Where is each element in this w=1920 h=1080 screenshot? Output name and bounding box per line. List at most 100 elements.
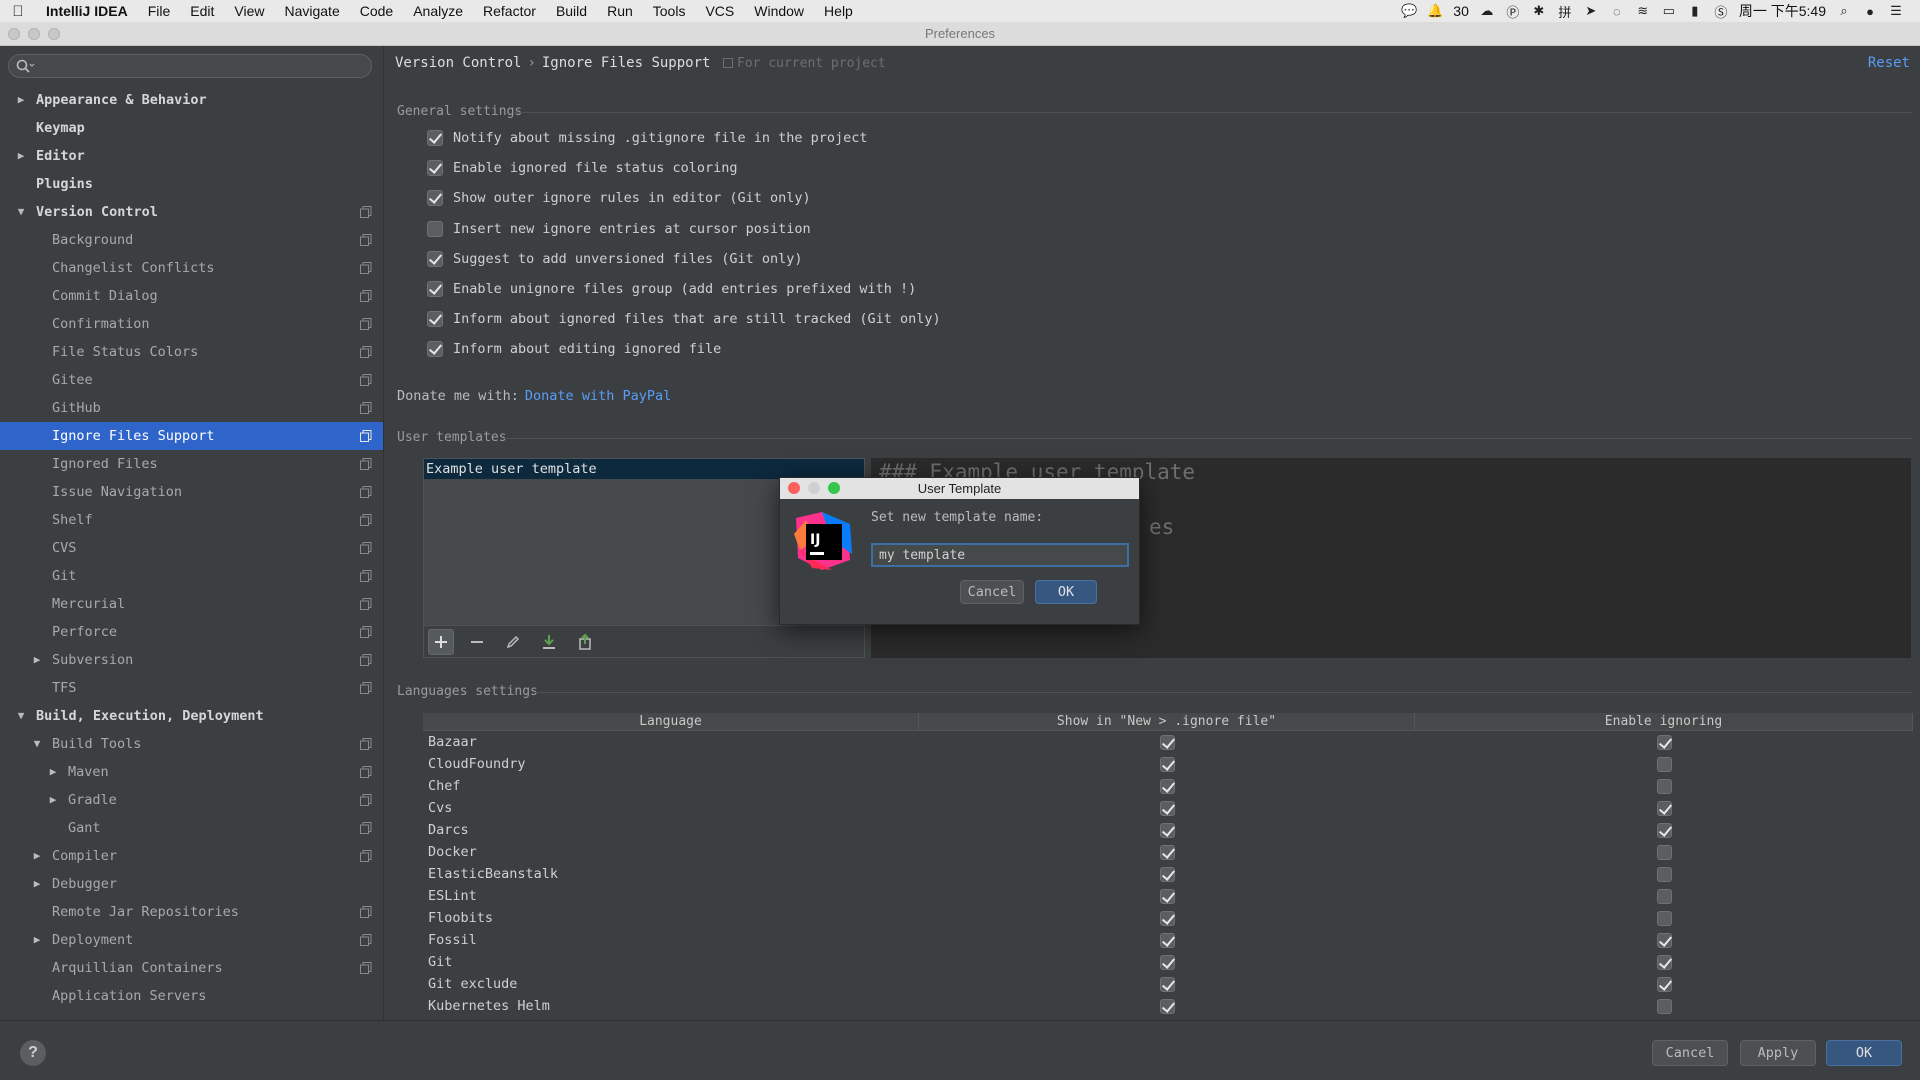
table-row[interactable]: Chef (423, 775, 1913, 797)
template-list-item[interactable]: Example user template (424, 459, 864, 479)
table-row[interactable]: ESLint (423, 885, 1913, 907)
wifi-icon[interactable]: ≋ (1635, 3, 1651, 18)
show-in-new-checkbox[interactable] (1159, 734, 1175, 750)
expand-right-icon[interactable]: ▶ (14, 86, 28, 114)
dialog-ok-button[interactable]: OK (1035, 580, 1097, 604)
sidebar-item-application-servers[interactable]: Application Servers (0, 982, 383, 1010)
checkbox[interactable] (427, 220, 443, 237)
menu-refactor[interactable]: Refactor (473, 3, 546, 19)
setting-checkbox-row[interactable]: Notify about missing .gitignore file in … (427, 128, 868, 148)
sidebar-item-ignore-files-support[interactable]: Ignore Files Support (0, 422, 383, 450)
menu-run[interactable]: Run (597, 3, 643, 19)
sidebar-item-mercurial[interactable]: Mercurial (0, 590, 383, 618)
send-icon[interactable]: ➤ (1583, 3, 1599, 18)
menu-navigate[interactable]: Navigate (274, 3, 349, 19)
sidebar-item-ignored-files[interactable]: Ignored Files (0, 450, 383, 478)
sidebar-item-changelist-conflicts[interactable]: Changelist Conflicts (0, 254, 383, 282)
show-in-new-checkbox[interactable] (1159, 822, 1175, 838)
setting-checkbox-row[interactable]: Inform about editing ignored file (427, 339, 721, 359)
expand-right-icon[interactable]: ▶ (14, 142, 28, 170)
cancel-button[interactable]: Cancel (1652, 1040, 1728, 1066)
show-in-new-checkbox[interactable] (1159, 998, 1175, 1014)
settings-search-input[interactable] (8, 54, 372, 78)
donate-paypal-link[interactable]: Donate with PayPal (525, 388, 671, 404)
sidebar-item-file-status-colors[interactable]: File Status Colors (0, 338, 383, 366)
enable-ignoring-checkbox[interactable] (1656, 866, 1672, 882)
sidebar-item-git[interactable]: Git (0, 562, 383, 590)
table-row[interactable]: Fossil (423, 929, 1913, 951)
expand-down-icon[interactable]: ▼ (30, 730, 44, 758)
dialog-zoom-icon[interactable] (828, 482, 840, 494)
enable-ignoring-checkbox[interactable] (1656, 778, 1672, 794)
enable-ignoring-checkbox[interactable] (1656, 976, 1672, 992)
sidebar-item-maven[interactable]: ▶ Maven (0, 758, 383, 786)
airplay-icon[interactable]: ▭ (1661, 3, 1677, 18)
sidebar-item-version-control[interactable]: ▼ Version Control (0, 198, 383, 226)
s-app-icon[interactable]: Ⓢ (1713, 4, 1729, 20)
table-row[interactable]: Floobits (423, 907, 1913, 929)
checkbox[interactable] (427, 250, 443, 267)
sidebar-item-build-tools[interactable]: ▼ Build Tools (0, 730, 383, 758)
input-method-icon[interactable]: 拼 (1557, 4, 1573, 20)
sidebar-item-commit-dialog[interactable]: Commit Dialog (0, 282, 383, 310)
enable-ignoring-checkbox[interactable] (1656, 844, 1672, 860)
sidebar-item-gitee[interactable]: Gitee (0, 366, 383, 394)
table-row[interactable]: Git exclude (423, 973, 1913, 995)
sidebar-item-cvs[interactable]: CVS (0, 534, 383, 562)
show-in-new-checkbox[interactable] (1159, 844, 1175, 860)
sidebar-item-deployment[interactable]: ▶ Deployment (0, 926, 383, 954)
expand-down-icon[interactable]: ▼ (14, 702, 28, 730)
show-in-new-checkbox[interactable] (1159, 800, 1175, 816)
help-button[interactable]: ? (20, 1040, 46, 1066)
table-row[interactable]: ElasticBeanstalk (423, 863, 1913, 885)
reset-link[interactable]: Reset (1868, 55, 1910, 71)
show-in-new-checkbox[interactable] (1159, 778, 1175, 794)
spotlight-search-icon[interactable]: ⌕ (1836, 3, 1852, 18)
siri-icon[interactable]: ● (1862, 4, 1878, 19)
checkbox[interactable] (427, 160, 443, 177)
show-in-new-checkbox[interactable] (1159, 888, 1175, 904)
dialog-cancel-button[interactable]: Cancel (960, 580, 1024, 604)
close-window-icon[interactable] (8, 28, 20, 40)
setting-checkbox-row[interactable]: Enable ignored file status coloring (427, 158, 737, 178)
sidebar-item-github[interactable]: GitHub (0, 394, 383, 422)
expand-right-icon[interactable]: ▶ (30, 926, 44, 954)
enable-ignoring-checkbox[interactable] (1656, 998, 1672, 1014)
sidebar-item-background[interactable]: Background (0, 226, 383, 254)
sidebar-item-subversion[interactable]: ▶ Subversion (0, 646, 383, 674)
sidebar-item-issue-navigation[interactable]: Issue Navigation (0, 478, 383, 506)
enable-ignoring-checkbox[interactable] (1656, 800, 1672, 816)
breadcrumb-item[interactable]: Version Control (395, 55, 521, 71)
table-row[interactable]: Git (423, 951, 1913, 973)
column-header-show[interactable]: Show in "New > .ignore file" (919, 713, 1415, 730)
enable-ignoring-checkbox[interactable] (1656, 954, 1672, 970)
apple-icon[interactable]:  (0, 3, 36, 20)
checkbox[interactable] (427, 311, 443, 328)
show-in-new-checkbox[interactable] (1159, 756, 1175, 772)
sidebar-item-keymap[interactable]: Keymap (0, 114, 383, 142)
bluetooth-icon[interactable]: ✱ (1531, 3, 1547, 18)
clock[interactable]: 周一 下午5:49 (1739, 1, 1826, 21)
export-template-button[interactable] (572, 629, 598, 655)
expand-right-icon[interactable]: ▶ (30, 842, 44, 870)
expand-right-icon[interactable]: ▶ (30, 646, 44, 674)
chat-icon[interactable]: ◌ (1609, 4, 1625, 19)
enable-ignoring-checkbox[interactable] (1656, 822, 1672, 838)
enable-ignoring-checkbox[interactable] (1656, 932, 1672, 948)
import-template-button[interactable] (536, 629, 562, 655)
checkbox[interactable] (427, 341, 443, 358)
sidebar-item-compiler[interactable]: ▶ Compiler (0, 842, 383, 870)
enable-ignoring-checkbox[interactable] (1656, 910, 1672, 926)
show-in-new-checkbox[interactable] (1159, 976, 1175, 992)
parking-icon[interactable]: Ⓟ (1505, 4, 1521, 20)
ok-button[interactable]: OK (1826, 1040, 1902, 1066)
show-in-new-checkbox[interactable] (1159, 910, 1175, 926)
minimize-window-icon[interactable] (28, 28, 40, 40)
sidebar-item-remote-jar-repositories[interactable]: Remote Jar Repositories (0, 898, 383, 926)
show-in-new-checkbox[interactable] (1159, 932, 1175, 948)
menu-vcs[interactable]: VCS (695, 3, 744, 19)
table-row[interactable]: Kubernetes Helm (423, 995, 1913, 1017)
zoom-window-icon[interactable] (48, 28, 60, 40)
remove-template-button[interactable] (464, 629, 490, 655)
setting-checkbox-row[interactable]: Inform about ignored files that are stil… (427, 309, 941, 329)
